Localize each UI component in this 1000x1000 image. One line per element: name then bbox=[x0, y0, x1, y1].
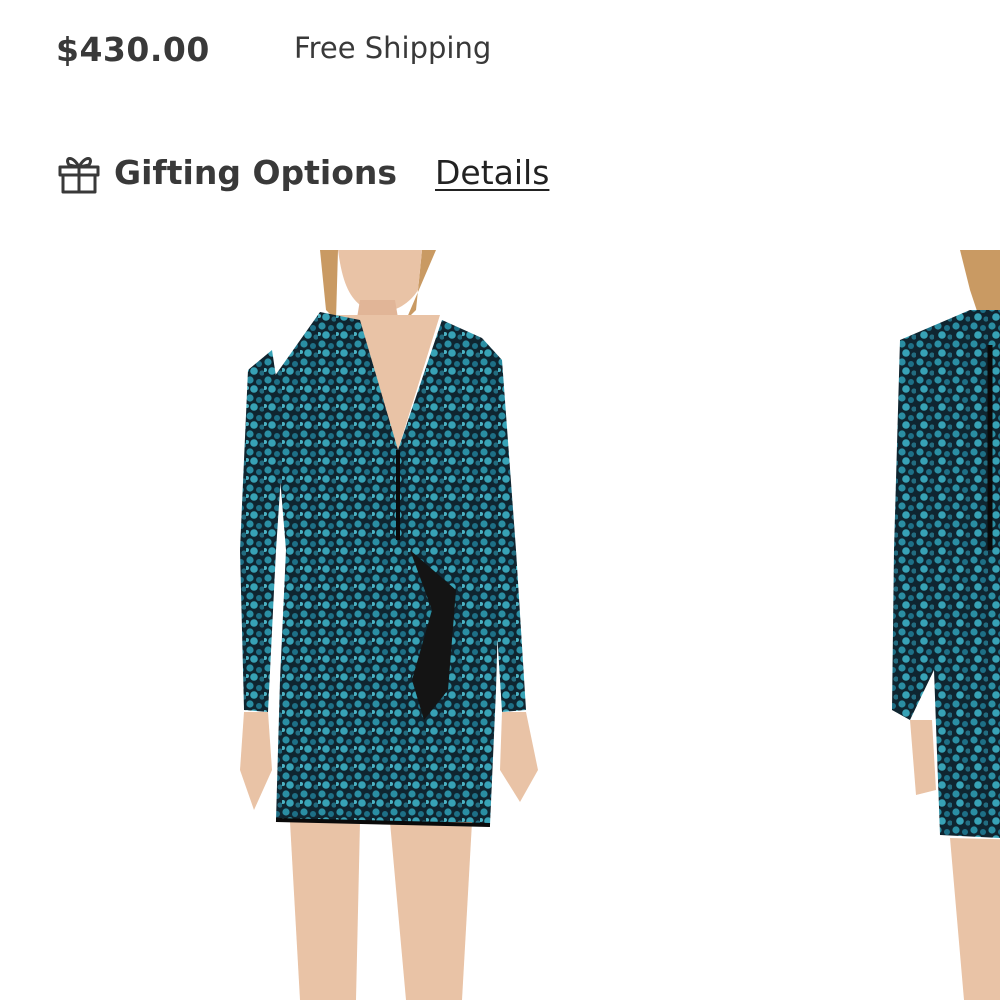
product-image-gallery[interactable] bbox=[0, 250, 1000, 1000]
gifting-details-link[interactable]: Details bbox=[435, 153, 549, 192]
dress-back-image[interactable] bbox=[880, 250, 1000, 1000]
gifting-options-label: Gifting Options bbox=[114, 152, 398, 192]
price-row: $430.00 Free Shipping bbox=[56, 24, 491, 74]
product-price: $430.00 bbox=[56, 29, 210, 69]
shipping-info: Free Shipping bbox=[294, 31, 492, 65]
product-page: $430.00 Free Shipping Gifting Options De… bbox=[0, 0, 1000, 1000]
dress-front-image[interactable] bbox=[210, 250, 570, 1000]
gift-icon bbox=[56, 149, 102, 195]
gifting-options-row: Gifting Options Details bbox=[56, 142, 549, 202]
